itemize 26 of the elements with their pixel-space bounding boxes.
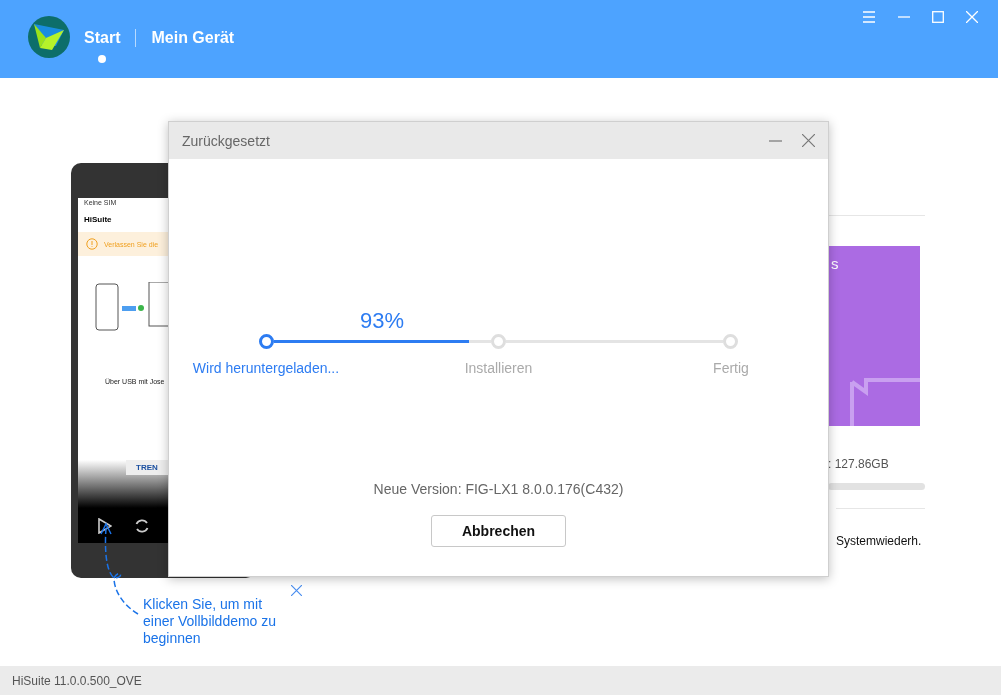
feature-card[interactable]: s — [828, 246, 920, 426]
warning-icon — [86, 238, 98, 250]
hint-text: Klicken Sie, um mit einer Vollbilddemo zu beginnen — [143, 596, 278, 647]
cancel-button[interactable]: Abbrechen — [431, 515, 566, 547]
app-title: HiSuite — [83, 214, 113, 226]
refresh-icon[interactable] — [134, 517, 150, 534]
close-icon[interactable] — [802, 134, 815, 147]
logo-icon — [28, 16, 70, 58]
step-label: Installieren — [464, 360, 533, 376]
step-label: Fertig — [713, 360, 749, 376]
version-text: Neue Version: FIG-LX1 8.0.0.176(C432) — [372, 481, 625, 497]
version-label: HiSuite 11.0.0.500_OVE — [12, 673, 142, 688]
play-icon[interactable] — [98, 517, 112, 534]
menu-icon[interactable] — [862, 11, 876, 23]
tab-label: TREN — [126, 460, 168, 475]
step-label: Wird heruntergeladen... — [192, 360, 340, 376]
storage-text: : 127.86GB — [828, 457, 890, 471]
card-title: s — [831, 255, 839, 272]
restore-label[interactable]: Systemwiederh. — [836, 508, 925, 548]
close-icon[interactable] — [291, 585, 302, 596]
minimize-icon[interactable] — [769, 139, 782, 142]
maximize-icon[interactable] — [932, 11, 944, 23]
progress-percent: 93% — [360, 308, 404, 334]
nav-tab[interactable]: Start — [84, 29, 121, 63]
dialog-title: Zurückgesetzt — [182, 132, 270, 149]
nav-tab[interactable]: Mein Gerät — [151, 29, 235, 63]
